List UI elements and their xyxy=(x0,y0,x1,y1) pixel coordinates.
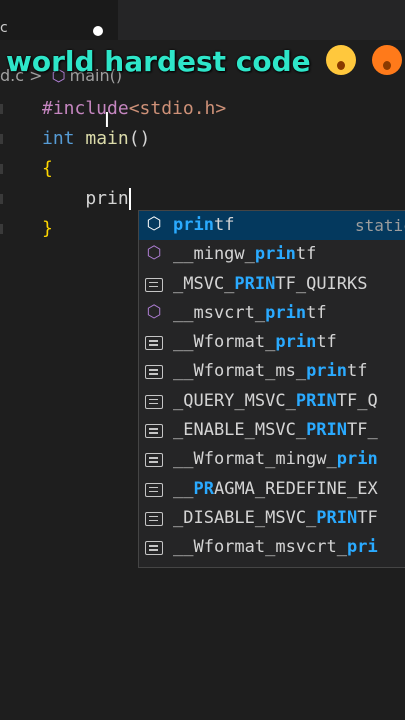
constant-icon xyxy=(145,541,163,556)
suggestion-label-pre: _MSVC_ xyxy=(173,273,235,294)
suggestion-label-match: PRIN xyxy=(295,390,337,411)
suggestion-label-pre: _ENABLE_MSVC_ xyxy=(173,420,307,441)
gutter-marker xyxy=(0,224,3,234)
video-caption: world hardest code xyxy=(6,42,403,82)
code-token: } xyxy=(42,218,53,239)
suggestion-label-pre: __mingw_ xyxy=(173,244,255,265)
method-icon: ⬡ xyxy=(146,301,162,322)
suggestion-label-match: PRIN xyxy=(234,273,276,294)
suggestion-item[interactable]: ⬡ printf static xyxy=(139,211,405,241)
caret xyxy=(128,188,131,210)
constant-icon xyxy=(145,424,163,439)
suggestion-item[interactable]: _QUERY_MSVC_PRINTF_Q xyxy=(139,387,405,416)
window-file-label: c xyxy=(0,20,8,36)
suggestion-label-post: TF_ xyxy=(347,420,378,441)
suggestion-label-pre: __ xyxy=(173,478,194,499)
method-icon: ⬡ xyxy=(146,214,162,234)
suggestion-label-post: tf xyxy=(306,302,327,323)
gutter-marker xyxy=(0,194,3,204)
suggestion-label-match: PRIN xyxy=(316,507,358,528)
code-token: () xyxy=(128,128,151,149)
flushed-face-emoji-icon xyxy=(326,45,357,75)
suggestion-detail: static xyxy=(355,216,405,235)
constant-icon xyxy=(145,482,163,497)
suggestion-item[interactable]: __PRAGMA_REDEFINE_EX xyxy=(139,475,405,504)
suggestion-label-pre: __Wformat_ms_ xyxy=(173,361,307,382)
suggestion-item[interactable]: __Wformat_msvcrt_pri xyxy=(139,533,405,562)
suggestion-item[interactable]: _DISABLE_MSVC_PRINTF xyxy=(139,504,405,533)
suggestion-label-post: TF xyxy=(357,507,378,528)
suggestion-item[interactable]: __Wformat_mingw_prin xyxy=(139,445,405,474)
constant-icon xyxy=(145,336,163,351)
constant-icon xyxy=(145,453,163,468)
code-token: prin xyxy=(42,188,129,209)
suggestion-label-post: TF_QUIRKS xyxy=(275,273,368,294)
suggestion-label-match: PRIN xyxy=(306,420,348,441)
constant-icon xyxy=(145,511,163,526)
suggestion-label-post: tf xyxy=(213,215,235,235)
suggestion-label-match: prin xyxy=(275,332,317,353)
unsaved-dot-icon[interactable] xyxy=(93,26,103,36)
code-token: { xyxy=(42,158,53,179)
code-line[interactable]: prin xyxy=(42,184,131,214)
constant-icon xyxy=(145,365,163,380)
suggestion-label-post: tf xyxy=(347,361,368,382)
code-token: <stdio.h> xyxy=(128,98,227,119)
suggestion-label-match: prin xyxy=(173,215,214,235)
suggestion-label-pre: __msvcrt_ xyxy=(173,302,266,323)
editor-tab[interactable] xyxy=(118,0,405,40)
suggestion-label-pre: _QUERY_MSVC_ xyxy=(173,390,296,411)
method-icon: ⬡ xyxy=(146,243,162,264)
suggestion-label-match: PR xyxy=(193,478,214,499)
suggestion-label-post: TF_Q xyxy=(336,390,378,411)
constant-icon xyxy=(145,394,163,409)
suggestion-item[interactable]: _ENABLE_MSVC_PRINTF_ xyxy=(139,416,405,445)
suggestion-label-match: prin xyxy=(265,302,307,323)
exploding-face-emoji-icon xyxy=(372,45,403,75)
gutter-marker xyxy=(0,164,3,174)
suggestion-label-pre: __Wformat_msvcrt_ xyxy=(173,537,347,558)
suggestion-label-post: tf xyxy=(316,332,337,353)
suggestion-label-match: prin xyxy=(306,361,348,382)
suggestion-label-post: AGMA_REDEFINE_EX xyxy=(213,478,378,499)
title-bar: c xyxy=(0,0,405,40)
suggestion-label-match: prin xyxy=(336,449,378,470)
gutter-marker xyxy=(0,104,3,114)
suggestion-item[interactable]: ⬡ __mingw_printf xyxy=(139,240,405,269)
suggestion-item[interactable]: ⬡ __msvcrt_printf xyxy=(139,299,405,328)
code-line[interactable]: #include<stdio.h> xyxy=(42,94,226,124)
suggestion-widget[interactable]: ⬡printfstatic⬡__mingw_printf_MSVC_PRINTF… xyxy=(138,210,405,568)
suggestion-label-pre: __Wformat_ xyxy=(173,332,276,353)
caption-text: world hardest code xyxy=(6,45,311,78)
code-line[interactable]: { xyxy=(42,154,53,184)
code-token: #include xyxy=(42,98,129,119)
code-line[interactable]: } xyxy=(42,214,53,244)
gutter-marker xyxy=(0,134,3,144)
code-token: int xyxy=(42,128,86,149)
code-line[interactable]: int main() xyxy=(42,124,150,154)
suggestion-label-match: pri xyxy=(347,537,378,558)
suggestion-label-match: prin xyxy=(254,244,296,265)
suggestion-label-pre: __Wformat_mingw_ xyxy=(173,449,337,470)
suggestion-item[interactable]: __Wformat_printf xyxy=(139,328,405,357)
suggestion-label-post: tf xyxy=(295,244,317,265)
suggestion-item[interactable]: __Wformat_ms_printf xyxy=(139,357,405,386)
suggestion-item[interactable]: _MSVC_PRINTF_QUIRKS xyxy=(139,270,405,299)
constant-icon xyxy=(145,277,163,292)
suggestion-label-pre: _DISABLE_MSVC_ xyxy=(173,507,317,528)
text-cursor-icon: I xyxy=(104,108,110,132)
